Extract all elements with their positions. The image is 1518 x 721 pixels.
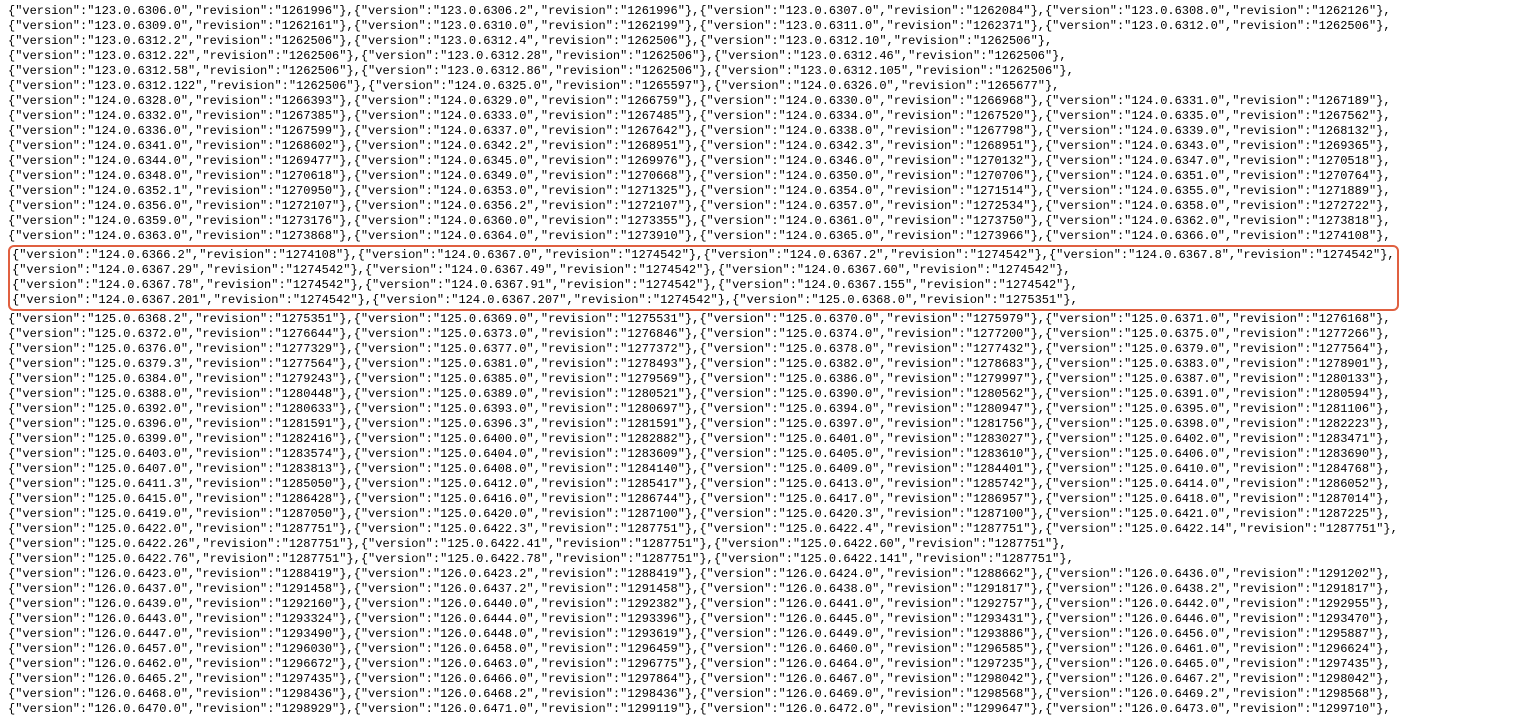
json-line: {"version":"124.0.6336.0","revision":"12… [8,124,1510,139]
json-line: {"version":"125.0.6419.0","revision":"12… [8,507,1510,522]
json-line: {"version":"124.0.6367.78","revision":"1… [12,278,1395,293]
json-line: {"version":"124.0.6359.0","revision":"12… [8,214,1510,229]
json-line: {"version":"124.0.6328.0","revision":"12… [8,94,1510,109]
json-line: {"version":"125.0.6372.0","revision":"12… [8,327,1510,342]
json-line: {"version":"123.0.6312.22","revision":"1… [8,49,1510,64]
json-line: {"version":"126.0.6462.0","revision":"12… [8,657,1510,672]
json-line: {"version":"125.0.6388.0","revision":"12… [8,387,1510,402]
json-line: {"version":"126.0.6468.0","revision":"12… [8,687,1510,702]
json-line: {"version":"126.0.6439.0","revision":"12… [8,597,1510,612]
json-line: {"version":"125.0.6384.0","revision":"12… [8,372,1510,387]
json-line: {"version":"125.0.6399.0","revision":"12… [8,432,1510,447]
json-line: {"version":"123.0.6312.58","revision":"1… [8,64,1510,79]
json-line: {"version":"126.0.6457.0","revision":"12… [8,642,1510,657]
json-line: {"version":"125.0.6403.0","revision":"12… [8,447,1510,462]
json-line: {"version":"124.0.6367.201","revision":"… [12,293,1395,308]
json-line: {"version":"125.0.6407.0","revision":"12… [8,462,1510,477]
json-line: {"version":"124.0.6367.29","revision":"1… [12,263,1395,278]
json-line: {"version":"125.0.6422.0","revision":"12… [8,522,1510,537]
json-line: {"version":"124.0.6363.0","revision":"12… [8,229,1510,244]
json-line: {"version":"124.0.6344.0","revision":"12… [8,154,1510,169]
json-line: {"version":"123.0.6312.2","revision":"12… [8,34,1510,49]
json-line: {"version":"125.0.6422.26","revision":"1… [8,537,1510,552]
json-line: {"version":"124.0.6366.2","revision":"12… [12,248,1395,263]
json-line: {"version":"125.0.6422.76","revision":"1… [8,552,1510,567]
json-line: {"version":"126.0.6437.0","revision":"12… [8,582,1510,597]
json-line: {"version":"126.0.6447.0","revision":"12… [8,627,1510,642]
json-line: {"version":"124.0.6332.0","revision":"12… [8,109,1510,124]
json-line: {"version":"125.0.6396.0","revision":"12… [8,417,1510,432]
json-line: {"version":"123.0.6309.0","revision":"12… [8,19,1510,34]
json-line: {"version":"124.0.6356.0","revision":"12… [8,199,1510,214]
json-line: {"version":"126.0.6470.0","revision":"12… [8,702,1510,717]
json-line: {"version":"124.0.6352.1","revision":"12… [8,184,1510,199]
json-line: {"version":"125.0.6379.3","revision":"12… [8,357,1510,372]
json-line: {"version":"124.0.6341.0","revision":"12… [8,139,1510,154]
json-line: {"version":"125.0.6415.0","revision":"12… [8,492,1510,507]
json-line: {"version":"125.0.6376.0","revision":"12… [8,342,1510,357]
json-line: {"version":"126.0.6423.0","revision":"12… [8,567,1510,582]
json-line: {"version":"123.0.6312.122","revision":"… [8,79,1510,94]
json-line: {"version":"126.0.6443.0","revision":"12… [8,612,1510,627]
highlighted-block: {"version":"124.0.6366.2","revision":"12… [8,245,1399,311]
json-data-view: {"version":"123.0.6306.0","revision":"12… [8,4,1510,717]
json-line: {"version":"125.0.6368.2","revision":"12… [8,312,1510,327]
json-line: {"version":"123.0.6306.0","revision":"12… [8,4,1510,19]
json-line: {"version":"125.0.6411.3","revision":"12… [8,477,1510,492]
json-line: {"version":"125.0.6392.0","revision":"12… [8,402,1510,417]
json-line: {"version":"126.0.6465.2","revision":"12… [8,672,1510,687]
json-line: {"version":"124.0.6348.0","revision":"12… [8,169,1510,184]
